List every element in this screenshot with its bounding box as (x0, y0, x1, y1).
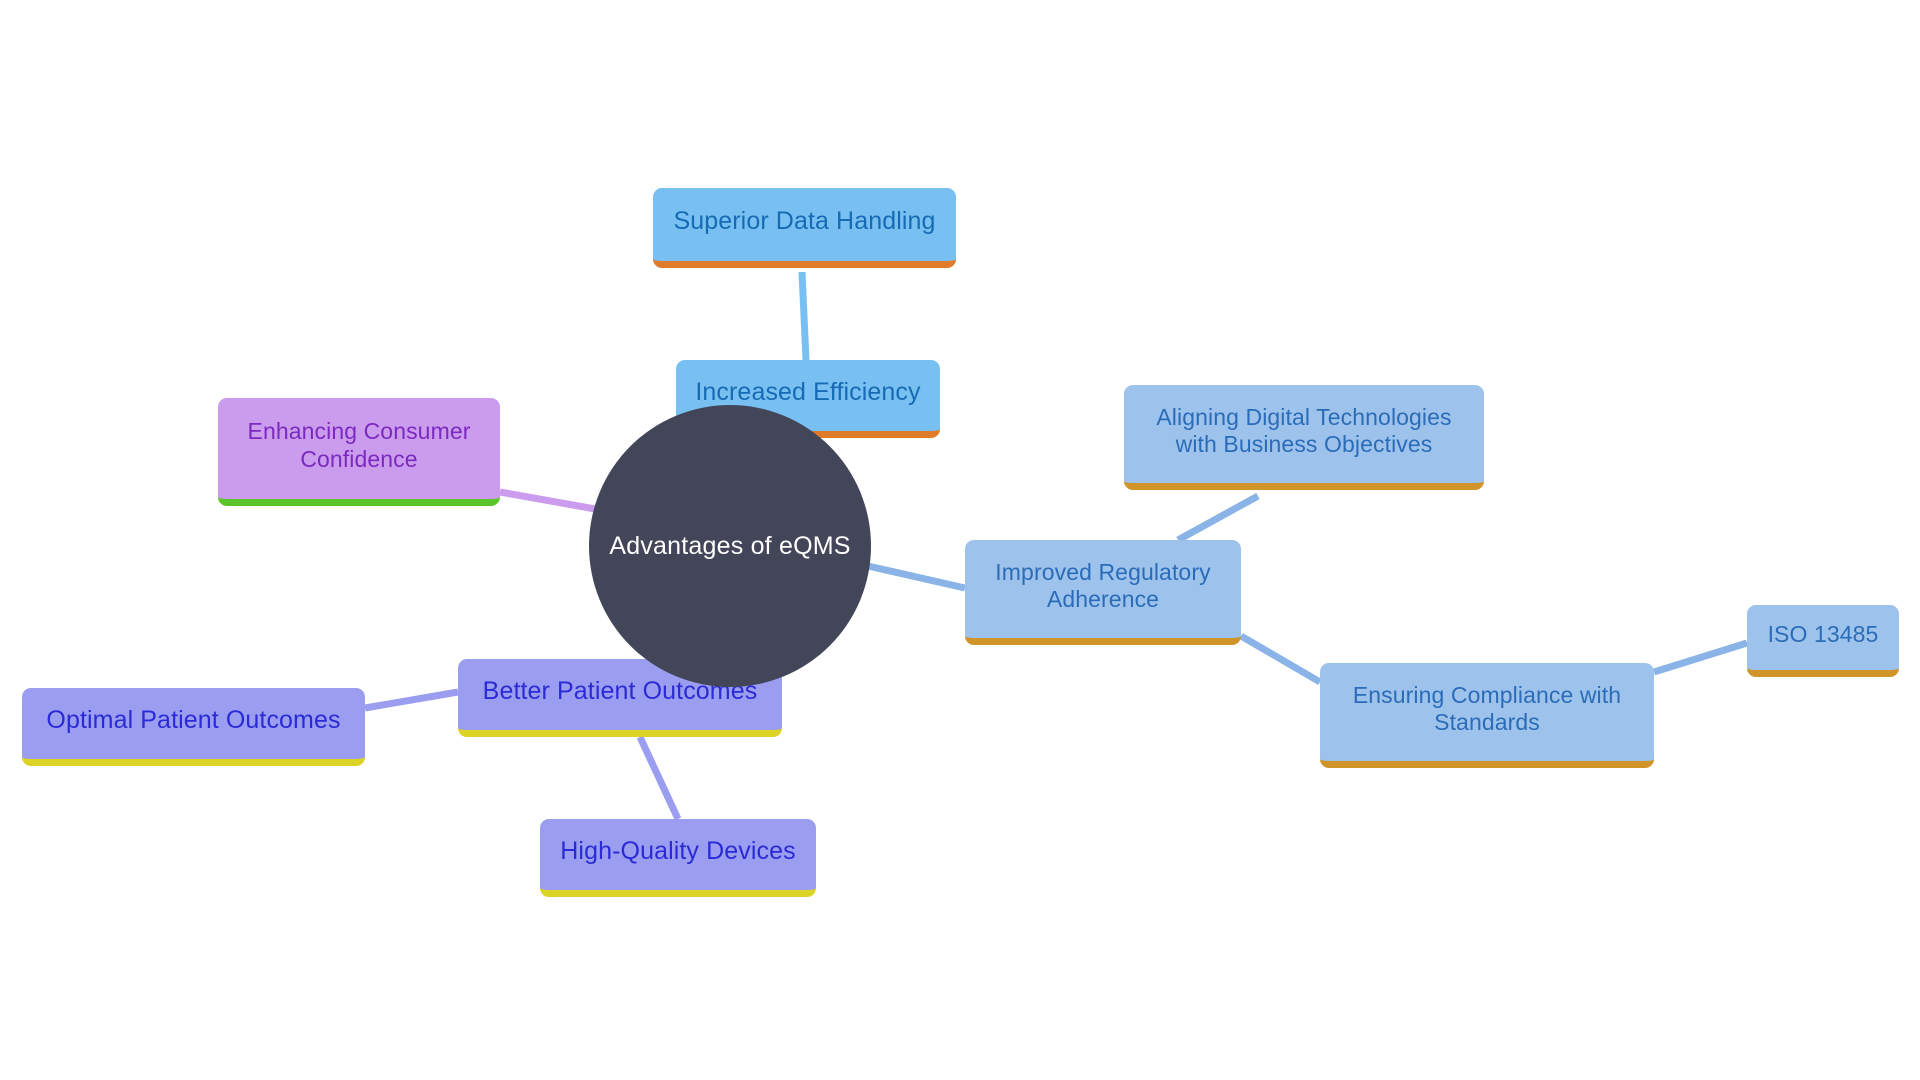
node-label-iso-13485: ISO 13485 (1767, 620, 1879, 647)
node-label-high-quality-devices: High-Quality Devices (560, 836, 796, 865)
node-improved-regulatory-adherence[interactable]: Improved Regulatory Adherence (965, 540, 1241, 645)
node-superior-data-handling[interactable]: Superior Data Handling (653, 188, 956, 268)
node-enhancing-consumer-confidence[interactable]: Enhancing Consumer Confidence (218, 398, 500, 506)
edge-root-improved-regulatory (867, 562, 966, 592)
node-optimal-patient-outcomes[interactable]: Optimal Patient Outcomes (22, 688, 365, 766)
edge-compliance-iso (1652, 639, 1749, 676)
edge-layer (364, 271, 1749, 821)
edge-better-high-quality (636, 735, 682, 821)
edge-better-optimal (364, 688, 459, 712)
node-label-ensuring-compliance-standards: Ensuring Compliance with Standards (1352, 681, 1622, 735)
node-label-optimal-patient-outcomes: Optimal Patient Outcomes (46, 705, 341, 734)
node-label-aligning-digital-technologies: Aligning Digital Technologies with Busin… (1156, 403, 1452, 457)
edge-regulatory-ensuring-compliance (1239, 632, 1322, 686)
mindmap-canvas: Superior Data Handling Increased Efficien… (0, 0, 1920, 1080)
node-label-enhancing-consumer-confidence: Enhancing Consumer Confidence (247, 418, 471, 472)
node-label-increased-efficiency: Increased Efficiency (695, 377, 921, 406)
node-aligning-digital-technologies[interactable]: Aligning Digital Technologies with Busin… (1124, 385, 1484, 490)
edge-efficiency-superior-data (798, 271, 810, 361)
node-ensuring-compliance-standards[interactable]: Ensuring Compliance with Standards (1320, 663, 1654, 768)
node-label-improved-regulatory-adherence: Improved Regulatory Adherence (995, 558, 1211, 612)
node-high-quality-devices[interactable]: High-Quality Devices (540, 819, 816, 897)
edge-regulatory-aligning-digital (1176, 492, 1260, 544)
node-label-superior-data-handling: Superior Data Handling (673, 206, 936, 235)
node-iso-13485[interactable]: ISO 13485 (1747, 605, 1899, 677)
root-node-label: Advantages of eQMS (609, 531, 851, 560)
root-node[interactable]: Advantages of eQMS (589, 405, 871, 687)
